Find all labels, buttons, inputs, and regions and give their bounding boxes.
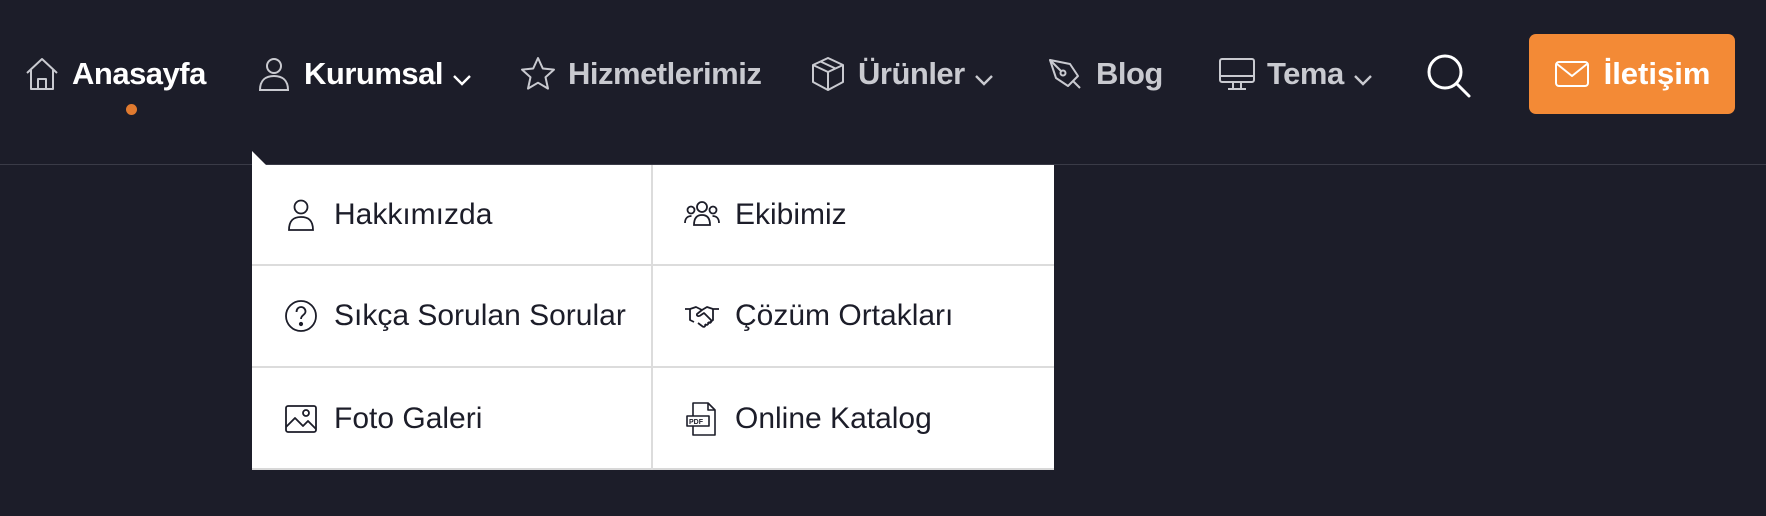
- dropdown-pointer: [252, 151, 267, 166]
- team-icon: [684, 197, 720, 233]
- chevron-down-icon: [1352, 63, 1374, 86]
- nav-item-anasayfa[interactable]: Anasayfa: [22, 46, 206, 102]
- image-icon: [283, 401, 319, 437]
- contact-button-label: İletişim: [1603, 56, 1711, 91]
- dropdown-item-sss[interactable]: Sıkça Sorulan Sorular: [252, 266, 653, 368]
- question-circle-icon: [283, 298, 319, 334]
- nav-item-urunler[interactable]: Ürünler: [808, 46, 995, 102]
- user-icon: [254, 54, 294, 94]
- search-icon: [1425, 54, 1473, 104]
- nav-item-blog[interactable]: Blog: [1046, 46, 1163, 102]
- dropdown-item-label: Online Katalog: [735, 402, 932, 435]
- svg-text:PDF: PDF: [689, 419, 704, 426]
- nav-item-label: Blog: [1096, 56, 1163, 91]
- pen-nib-icon: [1046, 54, 1086, 94]
- star-icon: [518, 54, 558, 94]
- dropdown-item-ekibimiz[interactable]: Ekibimiz: [653, 165, 1054, 266]
- dropdown-item-online-katalog[interactable]: PDF Online Katalog: [653, 368, 1054, 470]
- dropdown-item-label: Ekibimiz: [735, 197, 847, 231]
- main-navbar: Anasayfa Kurumsal Hizmetlerimiz Ürünler …: [0, 0, 1766, 165]
- dropdown-item-label: Sıkça Sorulan Sorular: [334, 299, 626, 332]
- nav-item-label: Kurumsal: [304, 56, 443, 91]
- nav-item-hizmetlerimiz[interactable]: Hizmetlerimiz: [518, 46, 762, 102]
- mail-icon: [1554, 56, 1590, 92]
- search-button[interactable]: [1425, 52, 1473, 100]
- nav-item-label: Tema: [1267, 56, 1344, 91]
- home-icon: [22, 54, 62, 94]
- nav-item-label: Hizmetlerimiz: [568, 56, 762, 91]
- user-icon: [283, 197, 319, 233]
- dropdown-item-hakkimizda[interactable]: Hakkımızda: [252, 165, 653, 266]
- nav-item-kurumsal[interactable]: Kurumsal: [254, 46, 473, 102]
- contact-button[interactable]: İletişim: [1529, 34, 1735, 114]
- kurumsal-dropdown-menu: Hakkımızda Ekibimiz Sıkça Sorulan Sorula…: [252, 165, 1054, 470]
- nav-item-tema[interactable]: Tema: [1217, 46, 1374, 102]
- box-icon: [808, 54, 848, 94]
- dropdown-item-foto-galeri[interactable]: Foto Galeri: [252, 368, 653, 470]
- monitor-icon: [1217, 54, 1257, 94]
- nav-item-label: Ürünler: [858, 56, 965, 91]
- pdf-file-icon: PDF: [684, 401, 720, 437]
- active-indicator-dot: [126, 104, 137, 115]
- chevron-down-icon: [973, 63, 995, 86]
- handshake-icon: [684, 298, 720, 334]
- nav-item-label: Anasayfa: [72, 56, 206, 91]
- dropdown-item-cozum-ortaklari[interactable]: Çözüm Ortakları: [653, 266, 1054, 368]
- chevron-down-icon: [451, 63, 473, 86]
- dropdown-item-label: Çözüm Ortakları: [735, 299, 954, 332]
- dropdown-item-label: Hakkımızda: [334, 197, 493, 231]
- dropdown-item-label: Foto Galeri: [334, 402, 483, 435]
